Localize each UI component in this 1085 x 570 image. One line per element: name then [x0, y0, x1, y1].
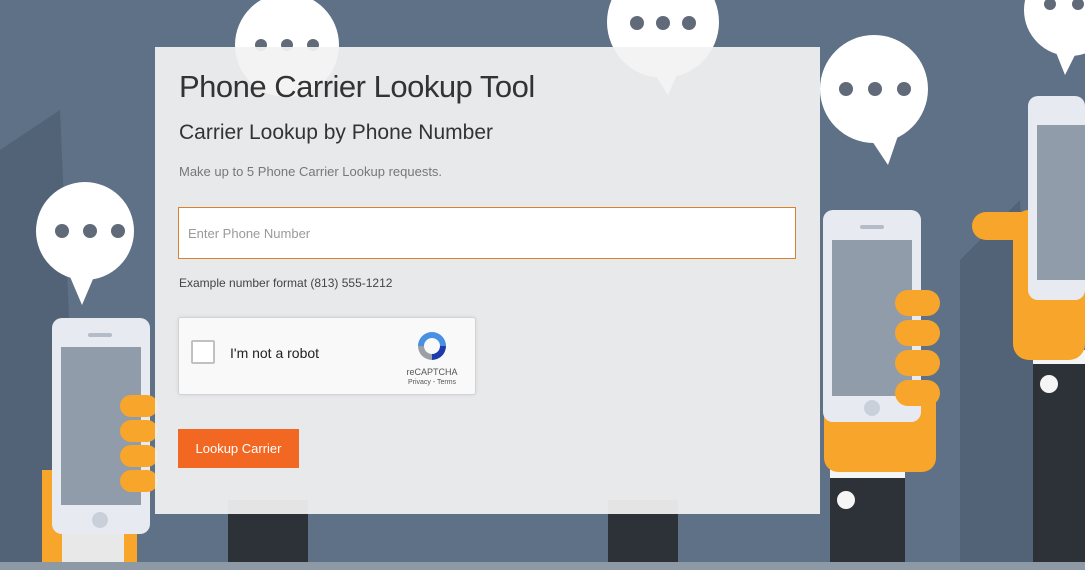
- recaptcha-widget: I'm not a robot reCAPTCHA Privacy - Term…: [178, 317, 476, 395]
- recaptcha-brand: reCAPTCHA: [406, 367, 458, 377]
- example-format-text: Example number format (813) 555-1212: [179, 276, 393, 290]
- lookup-card: Phone Carrier Lookup Tool Carrier Lookup…: [155, 47, 820, 514]
- page-title: Phone Carrier Lookup Tool: [179, 69, 535, 104]
- recaptcha-privacy-terms-link[interactable]: Privacy - Terms: [397, 379, 467, 386]
- recaptcha-logo-icon: [418, 332, 446, 360]
- phone-number-input[interactable]: [178, 207, 796, 259]
- page-subtitle: Carrier Lookup by Phone Number: [179, 121, 493, 144]
- recaptcha-label: I'm not a robot: [230, 345, 320, 361]
- hand-phone-left: [42, 318, 158, 570]
- recaptcha-checkbox[interactable]: [191, 340, 215, 364]
- bottom-strip: [0, 562, 1085, 570]
- lookup-carrier-button[interactable]: Lookup Carrier: [178, 429, 299, 468]
- intro-text: Make up to 5 Phone Carrier Lookup reques…: [179, 164, 443, 179]
